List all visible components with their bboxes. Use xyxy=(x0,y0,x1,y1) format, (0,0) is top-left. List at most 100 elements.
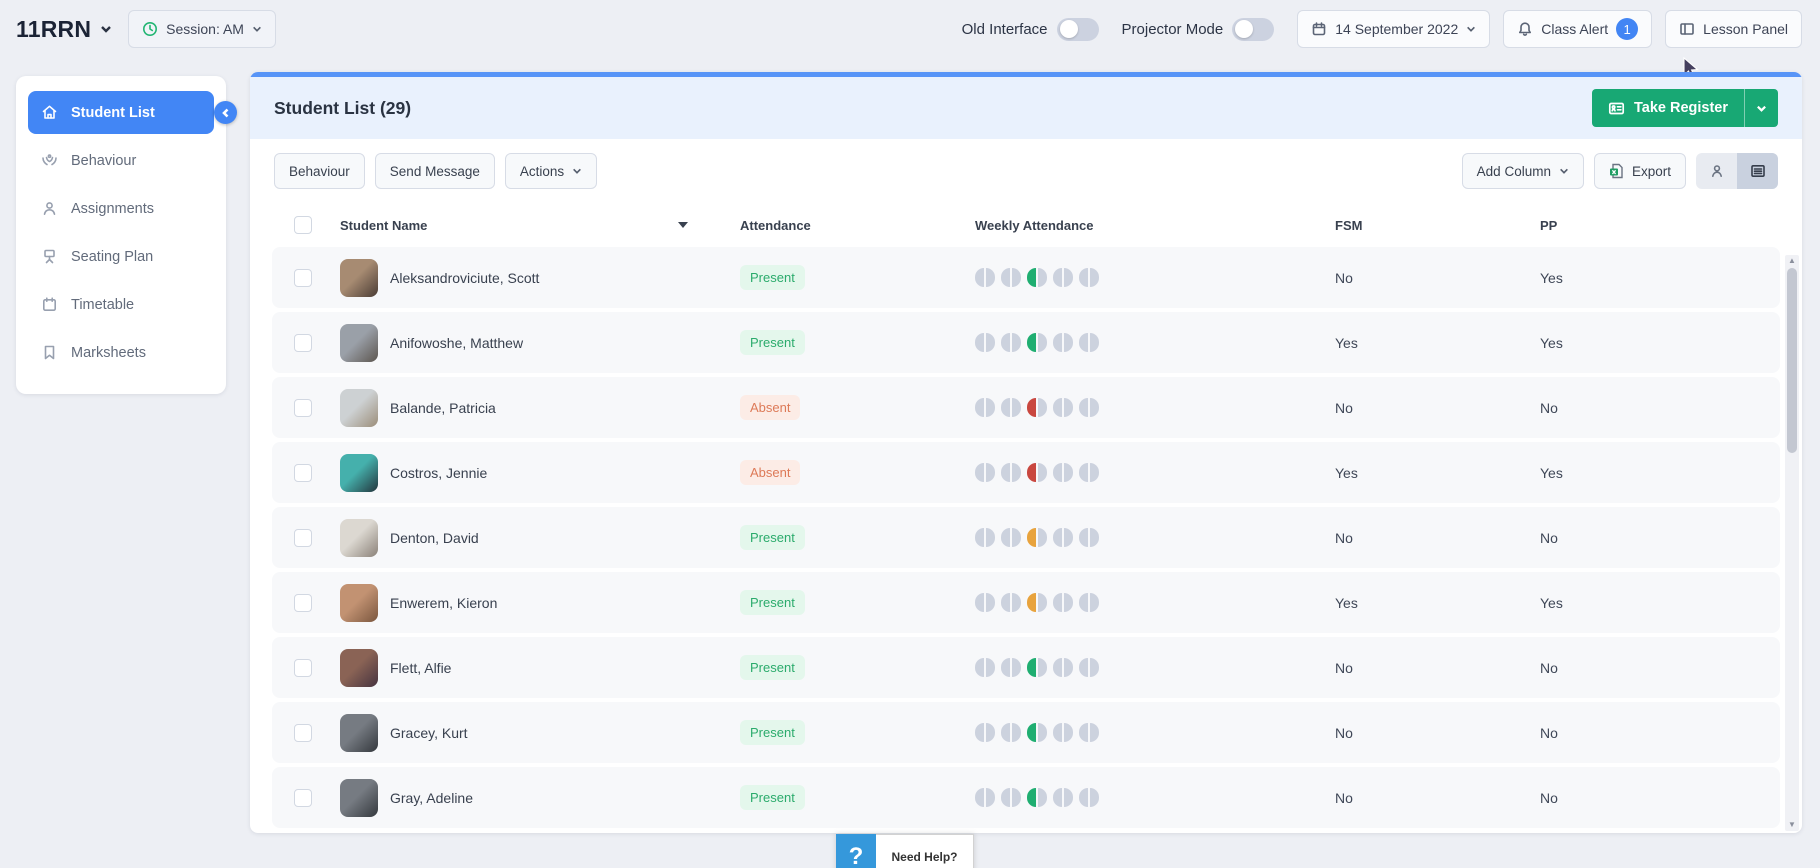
attendance-dot xyxy=(1053,398,1073,417)
table-body: Aleksandroviciute, Scott Present No Yes … xyxy=(272,247,1780,828)
table-row[interactable]: Denton, David Present No No xyxy=(272,507,1780,568)
column-header-fsm[interactable]: FSM xyxy=(1335,218,1540,233)
row-checkbox[interactable] xyxy=(294,334,312,352)
sidebar-item-timetable[interactable]: Timetable xyxy=(28,283,214,326)
chevron-down-icon xyxy=(1466,24,1476,34)
attendance-dot xyxy=(1079,333,1099,352)
select-all-checkbox[interactable] xyxy=(294,216,312,234)
chevron-down-icon xyxy=(252,24,262,34)
pp-value: No xyxy=(1540,660,1780,676)
weekly-attendance-dots xyxy=(975,398,1335,417)
row-checkbox[interactable] xyxy=(294,724,312,742)
date-label: 14 September 2022 xyxy=(1335,21,1458,37)
table-row[interactable]: Gray, Adeline Present No No xyxy=(272,767,1780,828)
table-row[interactable]: Anifowoshe, Matthew Present Yes Yes xyxy=(272,312,1780,373)
sidebar-item-marksheets[interactable]: Marksheets xyxy=(28,331,214,374)
add-column-button[interactable]: Add Column xyxy=(1462,153,1584,189)
attendance-badge: Present xyxy=(740,330,805,355)
need-help-widget[interactable]: ? Need Help? xyxy=(836,834,974,868)
register-card-icon xyxy=(1608,100,1625,117)
person-icon xyxy=(1709,163,1725,179)
sidebar-item-assignments[interactable]: Assignments xyxy=(28,187,214,230)
person-icon xyxy=(41,200,58,217)
column-header-weekly-attendance[interactable]: Weekly Attendance xyxy=(975,218,1335,233)
table-row[interactable]: Flett, Alfie Present No No xyxy=(272,637,1780,698)
session-label: Session: AM xyxy=(166,21,244,37)
attendance-dot xyxy=(1027,333,1047,352)
attendance-dot xyxy=(1001,528,1021,547)
sort-desc-icon[interactable] xyxy=(678,222,688,228)
card-view-button[interactable] xyxy=(1696,153,1737,189)
list-view-button[interactable] xyxy=(1737,153,1778,189)
weekly-attendance-dots xyxy=(975,463,1335,482)
sidebar-item-label: Timetable xyxy=(71,297,134,313)
attendance-dot xyxy=(975,723,995,742)
table-row[interactable]: Gracey, Kurt Present No No xyxy=(272,702,1780,763)
attendance-badge: Present xyxy=(740,525,805,550)
calendar-icon xyxy=(1311,21,1327,37)
class-alert-label: Class Alert xyxy=(1541,21,1608,37)
excel-file-icon xyxy=(1609,163,1624,179)
student-avatar xyxy=(340,519,378,557)
sidebar-item-seating-plan[interactable]: Seating Plan xyxy=(28,235,214,278)
sidebar-item-label: Behaviour xyxy=(71,153,136,169)
actions-button[interactable]: Actions xyxy=(505,153,597,189)
sidebar-item-behaviour[interactable]: Behaviour xyxy=(28,139,214,182)
attendance-badge: Present xyxy=(740,655,805,680)
panel-header: Student List (29) Take Register xyxy=(250,77,1802,139)
student-avatar xyxy=(340,584,378,622)
student-name: Balande, Patricia xyxy=(390,400,496,416)
list-icon xyxy=(1750,163,1766,179)
behaviour-button[interactable]: Behaviour xyxy=(274,153,365,189)
send-message-button[interactable]: Send Message xyxy=(375,153,495,189)
take-register-dropdown-button[interactable] xyxy=(1744,89,1778,127)
table-row[interactable]: Balande, Patricia Absent No No xyxy=(272,377,1780,438)
sidebar-item-student-list[interactable]: Student List xyxy=(28,91,214,134)
attendance-dot xyxy=(975,398,995,417)
weekly-attendance-dots xyxy=(975,268,1335,287)
sidebar-collapse-button[interactable] xyxy=(214,101,237,124)
vertical-scrollbar[interactable]: ▲ ▼ xyxy=(1785,255,1799,831)
home-icon xyxy=(41,104,58,121)
table-row[interactable]: Costros, Jennie Absent Yes Yes xyxy=(272,442,1780,503)
row-checkbox[interactable] xyxy=(294,529,312,547)
column-header-pp[interactable]: PP xyxy=(1540,218,1780,233)
old-interface-toggle[interactable] xyxy=(1057,18,1099,41)
row-checkbox[interactable] xyxy=(294,789,312,807)
attendance-dot xyxy=(1027,268,1047,287)
student-name: Enwerem, Kieron xyxy=(390,595,497,611)
class-alert-button[interactable]: Class Alert 1 xyxy=(1503,10,1652,48)
calendar-icon xyxy=(41,296,58,313)
lesson-panel-button[interactable]: Lesson Panel xyxy=(1665,10,1802,48)
student-name: Aleksandroviciute, Scott xyxy=(390,270,539,286)
row-checkbox[interactable] xyxy=(294,659,312,677)
date-picker-button[interactable]: 14 September 2022 xyxy=(1297,10,1490,48)
column-header-student-name[interactable]: Student Name xyxy=(340,218,427,233)
scroll-down-arrow[interactable]: ▼ xyxy=(1788,819,1796,831)
row-checkbox[interactable] xyxy=(294,269,312,287)
take-register-button[interactable]: Take Register xyxy=(1592,89,1744,127)
session-selector[interactable]: Session: AM xyxy=(128,10,276,48)
table-row[interactable]: Aleksandroviciute, Scott Present No Yes xyxy=(272,247,1780,308)
chevron-down-icon xyxy=(1756,103,1767,114)
scroll-up-arrow[interactable]: ▲ xyxy=(1788,255,1796,267)
student-avatar xyxy=(340,714,378,752)
row-checkbox[interactable] xyxy=(294,464,312,482)
attendance-badge: Present xyxy=(740,265,805,290)
column-header-attendance[interactable]: Attendance xyxy=(740,218,975,233)
scrollbar-thumb[interactable] xyxy=(1787,268,1797,453)
attendance-dot xyxy=(1079,463,1099,482)
attendance-dot xyxy=(1079,593,1099,612)
attendance-dot xyxy=(1001,723,1021,742)
projector-mode-toggle[interactable] xyxy=(1232,18,1274,41)
export-button[interactable]: Export xyxy=(1594,153,1686,189)
class-selector[interactable]: 11RRN xyxy=(16,16,112,43)
row-checkbox[interactable] xyxy=(294,594,312,612)
row-checkbox[interactable] xyxy=(294,399,312,417)
attendance-dot xyxy=(1027,398,1047,417)
pp-value: Yes xyxy=(1540,595,1780,611)
table-row[interactable]: Enwerem, Kieron Present Yes Yes xyxy=(272,572,1780,633)
attendance-dot xyxy=(1001,333,1021,352)
attendance-dot xyxy=(1027,658,1047,677)
attendance-dot xyxy=(1027,788,1047,807)
